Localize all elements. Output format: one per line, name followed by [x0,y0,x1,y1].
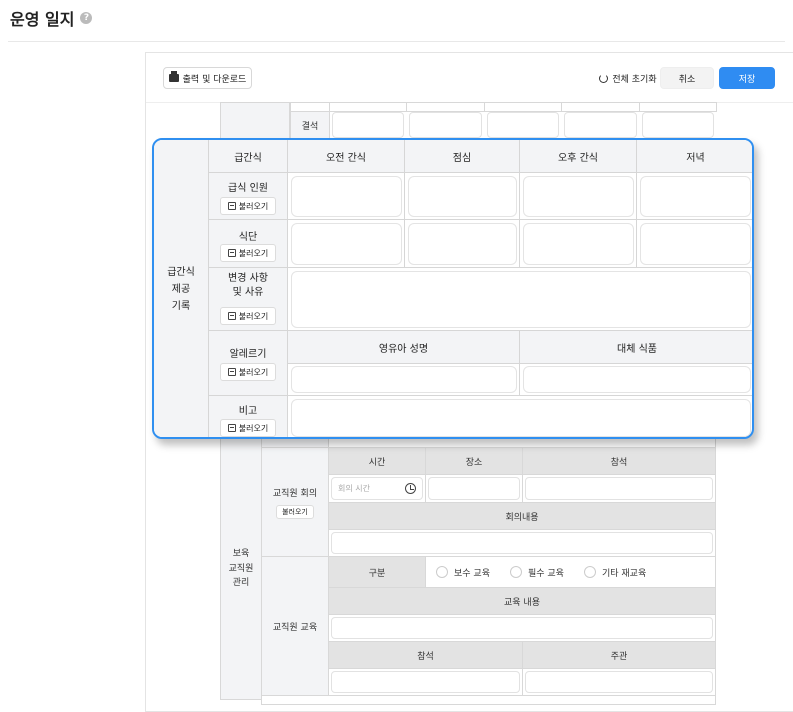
note-input[interactable] [291,399,751,437]
column-afternoon-snack: 오후 간식 [520,140,637,173]
load-label: 불러오기 [238,248,269,258]
page-title-text: 운영 일지 [10,10,75,29]
reset-all-label: 전체 초기화 [612,74,657,85]
training-type-options: 보수 교육 필수 교육 기타 재교육 [425,556,716,588]
import-icon [227,312,236,320]
training-label: 교직원 교육 [261,556,329,696]
meeting-content-input[interactable] [331,532,713,554]
row-changes-label: 변경 사항 및 사유 [228,273,268,298]
radio-other[interactable] [583,566,596,578]
absent-input[interactable] [332,112,404,138]
option-refresher-label: 보수 교육 [454,568,490,579]
menu-input-afternoon[interactable] [523,223,634,265]
meal-section-label: 급간식 제공 기록 [154,140,209,437]
refresh-icon [599,73,609,83]
attendance-cell [406,102,485,112]
meal-count-input-dinner[interactable] [640,176,751,217]
meal-count-input-lunch[interactable] [408,176,517,217]
load-label: 불러오기 [238,367,269,377]
column-lunch: 점심 [405,140,520,173]
cancel-button[interactable]: 취소 [660,67,714,89]
import-icon [227,202,236,210]
meeting-attend-input[interactable] [525,477,713,500]
meeting-time-header: 시간 [328,447,426,475]
attendance-cell [329,102,407,112]
absent-label: 결석 [290,111,330,139]
allergy-child-name-input[interactable] [291,366,517,393]
allergy-child-name-header: 영유아 성명 [288,331,520,364]
training-type-header: 구분 [328,556,426,588]
changes-input[interactable] [291,271,751,328]
meal-count-input-afternoon[interactable] [523,176,634,217]
page-title: 운영 일지 ? [10,6,93,30]
meeting-time-input[interactable]: 회의 시간 [331,477,423,500]
menu-input-lunch[interactable] [408,223,517,265]
load-button[interactable]: 불러오기 [220,363,276,381]
training-attend-input[interactable] [331,671,520,693]
load-button[interactable]: 불러오기 [220,419,276,437]
meeting-label-cell: 교직원 회의 불러오기 [261,447,329,557]
training-content-input[interactable] [331,617,713,639]
load-label: 불러오기 [238,423,269,433]
load-label: 불러오기 [238,201,269,211]
meal-header-label: 급간식 [209,140,288,173]
radio-required[interactable] [509,566,522,578]
load-label: 불러오기 [238,311,269,321]
load-button[interactable]: 불러오기 [220,307,276,325]
import-icon [227,249,236,257]
meeting-label: 교직원 회의 [272,488,318,499]
training-host-input[interactable] [525,671,713,693]
absent-input[interactable] [409,112,482,138]
column-dinner: 저녁 [637,140,752,173]
print-download-label: 출력 및 다운로드 [182,74,247,85]
option-other-label: 기타 재교육 [601,568,647,579]
meeting-attend-header: 참석 [522,447,716,475]
meeting-place-header: 장소 [425,447,523,475]
title-divider [8,41,785,42]
option-required-label: 필수 교육 [527,568,564,579]
training-attend-header: 참석 [328,641,523,669]
clock-icon[interactable] [405,483,416,494]
staff-row-cell [261,695,716,705]
meeting-place-input[interactable] [428,477,520,500]
allergy-substitute-input[interactable] [523,366,751,393]
allergy-substitute-header: 대체 식품 [520,331,752,364]
load-button[interactable]: 불러오기 [220,244,276,262]
training-host-header: 주관 [522,641,716,669]
meeting-content-header: 회의내용 [328,502,716,530]
column-morning-snack: 오전 간식 [288,140,405,173]
reset-all-button[interactable]: 전체 초기화 [598,67,658,89]
import-icon [227,368,236,376]
menu-input-morning[interactable] [291,223,402,265]
meeting-time-placeholder: 회의 시간 [338,484,370,493]
help-icon[interactable]: ? [80,12,93,24]
training-content-header: 교육 내용 [328,587,716,615]
row-allergy-label: 알레르기 [229,349,267,360]
meeting-load-button[interactable]: 불러오기 [276,504,314,519]
attendance-cell [561,102,640,112]
meal-record-card: 급간식 제공 기록 급간식 오전 간식 점심 오후 간식 저녁 급식 인원 불러… [152,138,754,439]
staff-section-label: 보육 교직원 관리 [220,438,262,700]
print-download-button[interactable]: 출력 및 다운로드 [163,67,252,89]
attendance-cell [484,102,562,112]
absent-input[interactable] [487,112,559,138]
attendance-cell [639,102,717,112]
toolbar: 출력 및 다운로드 전체 초기화 취소 저장 [146,53,793,103]
printer-icon [168,71,179,82]
load-button[interactable]: 불러오기 [220,197,276,215]
radio-refresher[interactable] [436,566,448,578]
save-button[interactable]: 저장 [719,67,775,89]
row-note-label: 비고 [238,406,258,417]
row-meal-count-label: 급식 인원 [228,183,268,194]
import-icon [227,424,236,432]
meal-count-input-morning[interactable] [291,176,402,217]
row-menu-label: 식단 [238,232,258,243]
absent-input[interactable] [564,112,637,138]
menu-input-dinner[interactable] [640,223,751,265]
absent-input[interactable] [642,112,714,138]
